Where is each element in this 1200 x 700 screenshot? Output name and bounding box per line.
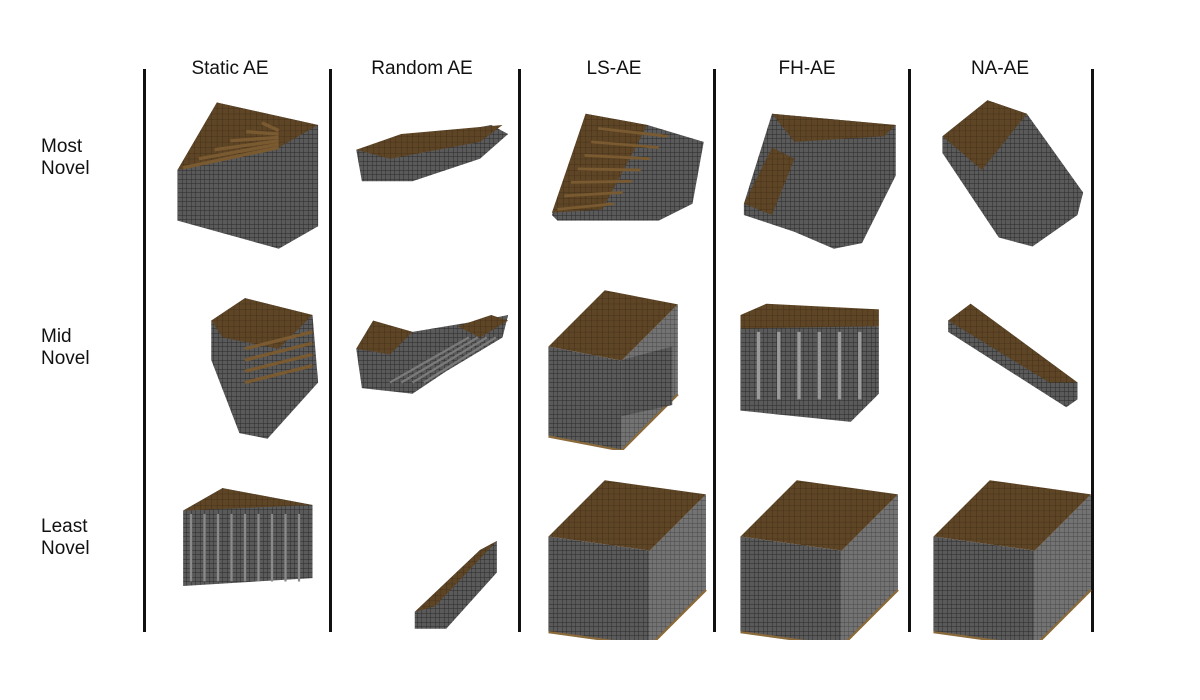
voxel-shape-render bbox=[183, 488, 313, 586]
voxel-shape-render bbox=[548, 480, 707, 640]
voxel-shape-static-ae-most-novel bbox=[155, 80, 335, 260]
row-label-most-novel: Most Novel bbox=[41, 136, 90, 180]
voxel-shape-na-ae-mid-novel bbox=[920, 270, 1100, 450]
voxel-shape-static-ae-mid-novel bbox=[155, 270, 335, 450]
voxel-shape-render bbox=[211, 298, 319, 439]
voxel-shape-render bbox=[743, 113, 896, 249]
column-divider bbox=[143, 69, 146, 632]
voxel-shape-render bbox=[948, 303, 1078, 408]
voxel-shape-na-ae-most-novel bbox=[920, 80, 1100, 260]
column-title-na-ae: NA-AE bbox=[970, 58, 1030, 79]
voxel-shape-random-ae-mid-novel bbox=[345, 270, 525, 450]
voxel-shape-render bbox=[740, 303, 879, 422]
voxel-shape-ls-ae-mid-novel bbox=[535, 270, 715, 450]
row-label-least-novel: Least Novel bbox=[41, 516, 90, 560]
row-label-line: Novel bbox=[41, 158, 90, 179]
voxel-shape-render bbox=[548, 290, 679, 450]
voxel-face bbox=[414, 541, 497, 629]
column-title-ls-ae: LS-AE bbox=[586, 58, 642, 79]
voxel-shape-ls-ae-least-novel bbox=[535, 460, 715, 640]
voxel-block bbox=[548, 480, 707, 640]
column-title-random-ae: Random AE bbox=[371, 58, 473, 79]
voxel-shape-render bbox=[933, 480, 1092, 640]
voxel-shape-render bbox=[740, 480, 899, 640]
column-title-fh-ae: FH-AE bbox=[778, 58, 836, 79]
row-label-line: Novel bbox=[41, 538, 90, 559]
voxel-shape-render bbox=[356, 125, 509, 182]
voxel-stripe bbox=[570, 179, 632, 184]
voxel-shape-static-ae-least-novel bbox=[155, 460, 335, 640]
row-label-line: Most bbox=[41, 136, 83, 157]
voxel-shape-na-ae-least-novel bbox=[920, 460, 1100, 640]
voxel-stripe bbox=[577, 167, 641, 172]
voxel-block bbox=[933, 480, 1092, 640]
voxel-stripe bbox=[246, 130, 279, 136]
voxel-shape-random-ae-least-novel bbox=[345, 460, 525, 640]
row-label-line: Novel bbox=[41, 348, 90, 369]
row-label-line: Least bbox=[41, 516, 88, 537]
voxel-shape-render bbox=[942, 100, 1084, 247]
row-label-line: Mid bbox=[41, 326, 72, 347]
row-label-mid-novel: Mid Novel bbox=[41, 326, 90, 370]
voxel-shape-fh-ae-most-novel bbox=[727, 80, 907, 260]
voxel-shape-fh-ae-mid-novel bbox=[727, 270, 907, 450]
voxel-block bbox=[740, 480, 899, 640]
voxel-shape-render bbox=[177, 102, 319, 249]
voxel-shape-render bbox=[356, 315, 509, 394]
voxel-shape-fh-ae-least-novel bbox=[727, 460, 907, 640]
column-divider bbox=[908, 69, 911, 632]
voxel-face bbox=[740, 303, 879, 329]
voxel-shape-render bbox=[551, 113, 704, 221]
voxel-shape-random-ae-most-novel bbox=[345, 80, 525, 260]
voxel-shape-ls-ae-most-novel bbox=[535, 80, 715, 260]
voxel-shape-render bbox=[414, 541, 497, 629]
column-title-static-ae: Static AE bbox=[191, 58, 269, 79]
